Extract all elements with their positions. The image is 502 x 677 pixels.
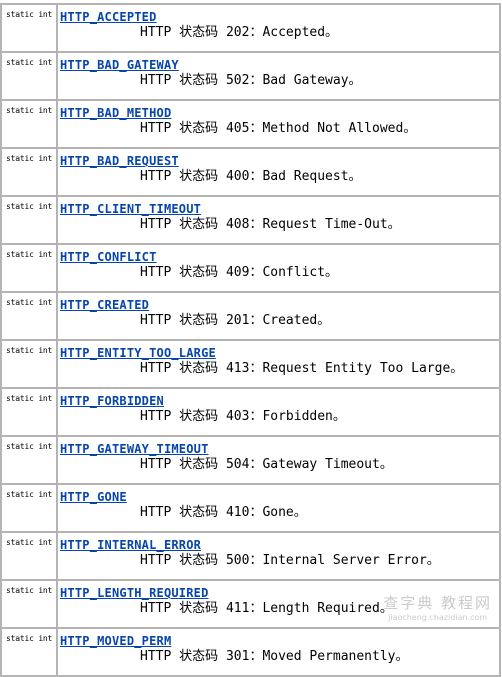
field-detail: HTTP_BAD_REQUEST HTTP 状态码 400：Bad Reques… <box>56 147 501 197</box>
field-row: static int HTTP_CONFLICT HTTP 状态码 409：Co… <box>0 243 501 293</box>
field-type: static int <box>0 51 58 101</box>
field-name-link[interactable]: HTTP_BAD_GATEWAY <box>60 59 499 72</box>
field-name-link[interactable]: HTTP_ACCEPTED <box>60 11 499 24</box>
field-type: static int <box>0 387 58 437</box>
field-type: static int <box>0 339 58 389</box>
field-row: static int HTTP_CREATED HTTP 状态码 201：Cre… <box>0 291 501 341</box>
field-detail: HTTP_CLIENT_TIMEOUT HTTP 状态码 408：Request… <box>56 195 501 245</box>
field-detail: HTTP_GATEWAY_TIMEOUT HTTP 状态码 504：Gatewa… <box>56 435 501 485</box>
field-row: static int HTTP_FORBIDDEN HTTP 状态码 403：F… <box>0 387 501 437</box>
field-type: static int <box>0 3 58 53</box>
field-row: static int HTTP_BAD_REQUEST HTTP 状态码 400… <box>0 147 501 197</box>
watermark-line1: 查字典 教程网 <box>383 594 492 612</box>
field-type: static int <box>0 579 58 629</box>
field-description: HTTP 状态码 504：Gateway Timeout。 <box>140 457 393 472</box>
field-name-link[interactable]: HTTP_CREATED <box>60 299 499 312</box>
field-detail: HTTP_CREATED HTTP 状态码 201：Created。 <box>56 291 501 341</box>
field-name-link[interactable]: HTTP_CONFLICT <box>60 251 499 264</box>
field-name-link[interactable]: HTTP_GATEWAY_TIMEOUT <box>60 443 499 456</box>
field-row: static int HTTP_ENTITY_TOO_LARGE HTTP 状态… <box>0 339 501 389</box>
field-detail: HTTP_FORBIDDEN HTTP 状态码 403：Forbidden。 <box>56 387 501 437</box>
field-summary-table: static int HTTP_ACCEPTED HTTP 状态码 202：Ac… <box>0 3 501 677</box>
field-description: HTTP 状态码 500：Internal Server Error。 <box>140 553 440 568</box>
field-name-link[interactable]: HTTP_BAD_REQUEST <box>60 155 499 168</box>
field-type: static int <box>0 147 58 197</box>
field-description: HTTP 状态码 403：Forbidden。 <box>140 409 346 424</box>
field-type: static int <box>0 99 58 149</box>
field-row: static int HTTP_CLIENT_TIMEOUT HTTP 状态码 … <box>0 195 501 245</box>
field-description: HTTP 状态码 201：Created。 <box>140 313 331 328</box>
field-row: static int HTTP_INTERNAL_ERROR HTTP 状态码 … <box>0 531 501 581</box>
field-row: static int HTTP_MOVED_PERM HTTP 状态码 301：… <box>0 627 501 677</box>
field-description: HTTP 状态码 408：Request Time-Out。 <box>140 217 401 232</box>
field-type: static int <box>0 435 58 485</box>
field-description: HTTP 状态码 301：Moved Permanently。 <box>140 649 409 664</box>
field-name-link[interactable]: HTTP_INTERNAL_ERROR <box>60 539 499 552</box>
field-row: static int HTTP_ACCEPTED HTTP 状态码 202：Ac… <box>0 3 501 53</box>
field-detail: HTTP_MOVED_PERM HTTP 状态码 301：Moved Perma… <box>56 627 501 677</box>
field-description: HTTP 状态码 405：Method Not Allowed。 <box>140 121 417 136</box>
field-name-link[interactable]: HTTP_GONE <box>60 491 499 504</box>
field-name-link[interactable]: HTTP_CLIENT_TIMEOUT <box>60 203 499 216</box>
field-type: static int <box>0 243 58 293</box>
field-detail: HTTP_ENTITY_TOO_LARGE HTTP 状态码 413：Reque… <box>56 339 501 389</box>
field-detail: HTTP_CONFLICT HTTP 状态码 409：Conflict。 <box>56 243 501 293</box>
field-detail: HTTP_ACCEPTED HTTP 状态码 202：Accepted。 <box>56 3 501 53</box>
field-name-link[interactable]: HTTP_BAD_METHOD <box>60 107 499 120</box>
field-type: static int <box>0 195 58 245</box>
field-type: static int <box>0 483 58 533</box>
field-row: static int HTTP_GATEWAY_TIMEOUT HTTP 状态码… <box>0 435 501 485</box>
field-type: static int <box>0 531 58 581</box>
field-detail: HTTP_BAD_METHOD HTTP 状态码 405：Method Not … <box>56 99 501 149</box>
field-description: HTTP 状态码 409：Conflict。 <box>140 265 339 280</box>
watermark-line2: jiaocheng.chazidian.com <box>388 613 488 622</box>
field-description: HTTP 状态码 413：Request Entity Too Large。 <box>140 361 464 376</box>
field-description: HTTP 状态码 202：Accepted。 <box>140 25 339 40</box>
field-type: static int <box>0 627 58 677</box>
field-name-link[interactable]: HTTP_FORBIDDEN <box>60 395 499 408</box>
field-type: static int <box>0 291 58 341</box>
field-detail: HTTP_GONE HTTP 状态码 410：Gone。 <box>56 483 501 533</box>
field-description: HTTP 状态码 410：Gone。 <box>140 505 307 520</box>
field-row: static int HTTP_GONE HTTP 状态码 410：Gone。 <box>0 483 501 533</box>
field-detail: HTTP_INTERNAL_ERROR HTTP 状态码 500：Interna… <box>56 531 501 581</box>
field-row: static int HTTP_BAD_METHOD HTTP 状态码 405：… <box>0 99 501 149</box>
field-row: static int HTTP_BAD_GATEWAY HTTP 状态码 502… <box>0 51 501 101</box>
field-detail: HTTP_BAD_GATEWAY HTTP 状态码 502：Bad Gatewa… <box>56 51 501 101</box>
field-name-link[interactable]: HTTP_ENTITY_TOO_LARGE <box>60 347 499 360</box>
field-name-link[interactable]: HTTP_MOVED_PERM <box>60 635 499 648</box>
field-description: HTTP 状态码 502：Bad Gateway。 <box>140 73 362 88</box>
watermark-logo: 查字典 教程网 jiaocheng.chazidian.com <box>383 592 492 622</box>
field-description: HTTP 状态码 400：Bad Request。 <box>140 169 362 184</box>
